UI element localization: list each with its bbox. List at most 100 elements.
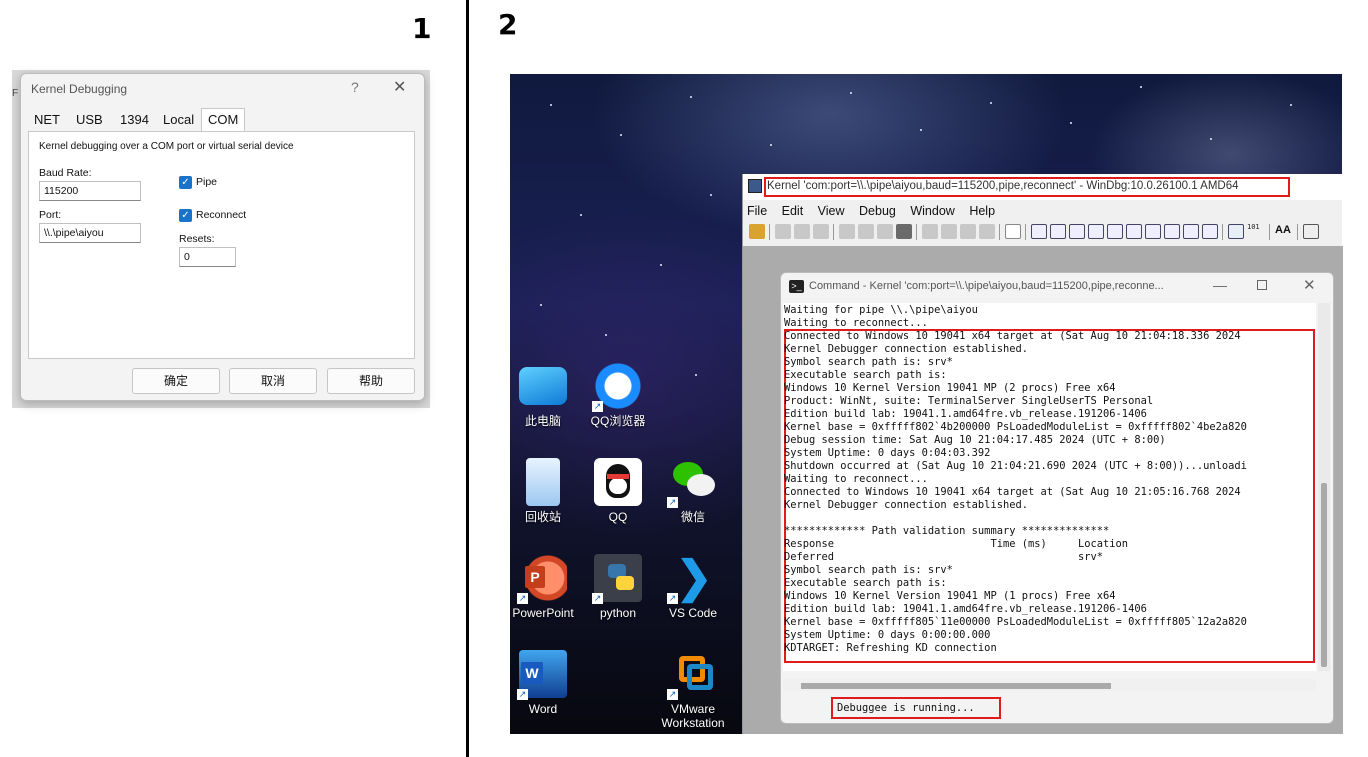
reconnect-label: Reconnect xyxy=(196,209,247,221)
command-prompt-icon: >_ xyxy=(789,280,804,293)
star xyxy=(1070,122,1072,124)
open-icon[interactable] xyxy=(749,224,765,239)
reconnect-checkbox[interactable]: ✓ xyxy=(179,209,192,222)
command-output-line: Edition build lab: 19041.1.amd64fre.vb_r… xyxy=(784,408,1147,420)
processes-threads-icon[interactable] xyxy=(1183,224,1199,239)
copy-icon[interactable] xyxy=(794,224,810,239)
vmware-icon: ↗ xyxy=(667,650,717,700)
desktop-icon-vscode[interactable]: ❯ ↗ VS Code xyxy=(655,554,731,620)
menu-window[interactable]: Window xyxy=(910,204,954,218)
step-into-icon[interactable] xyxy=(922,224,938,239)
desktop-icon-wechat[interactable]: ↗ 微信 xyxy=(655,458,731,524)
run-to-cursor-icon[interactable] xyxy=(979,224,995,239)
source-mode-icon[interactable] xyxy=(1202,224,1218,239)
locals-window-icon[interactable] xyxy=(1069,224,1085,239)
disassembly-window-icon[interactable] xyxy=(1145,224,1161,239)
vertical-scroll-thumb[interactable] xyxy=(1321,483,1327,667)
help-icon[interactable]: ? xyxy=(351,79,359,95)
scratch-pad-icon[interactable] xyxy=(1164,224,1180,239)
com-tab-panel: Kernel debugging over a COM port or virt… xyxy=(28,131,415,359)
word-label: Word xyxy=(528,702,558,716)
cut-icon[interactable] xyxy=(775,224,791,239)
resets-field[interactable]: 0 xyxy=(179,247,236,267)
desktop-icon-qq[interactable]: QQ xyxy=(580,458,656,524)
desktop-icon-vmware[interactable]: ↗ VMware Workstation xyxy=(655,650,731,730)
command-output-line: Kernel Debugger connection established. xyxy=(784,499,1028,511)
breakpoint-hand-icon[interactable] xyxy=(1005,224,1021,239)
command-output[interactable]: Waiting for pipe \\.\pipe\aiyou Waiting t… xyxy=(783,303,1316,671)
menu-edit[interactable]: Edit xyxy=(782,204,804,218)
tab-net[interactable]: NET xyxy=(34,112,60,127)
windbg-title: Kernel 'com:port=\\.\pipe\aiyou,baud=115… xyxy=(767,180,1239,192)
vscode-icon: ❯ ↗ xyxy=(667,554,717,604)
list-icon[interactable] xyxy=(1228,224,1244,239)
desktop-icon-this-pc[interactable]: 此电脑 xyxy=(505,362,581,428)
vertical-scrollbar[interactable] xyxy=(1318,303,1330,671)
maximize-icon[interactable] xyxy=(1257,280,1267,290)
windbg-logo-icon xyxy=(748,179,762,193)
stop-icon[interactable] xyxy=(877,224,893,239)
command-output-line: Connected to Windows 10 19041 x64 target… xyxy=(784,330,1241,342)
star xyxy=(605,334,607,336)
registers-window-icon[interactable] xyxy=(1088,224,1104,239)
star xyxy=(1140,86,1142,88)
command-output-line: Kernel Debugger connection established. xyxy=(784,343,1028,355)
close-icon[interactable]: ✕ xyxy=(1303,276,1316,294)
menu-help[interactable]: Help xyxy=(969,204,995,218)
memory-window-icon[interactable] xyxy=(1107,224,1123,239)
cancel-button[interactable]: 取消 xyxy=(229,368,317,394)
go-icon[interactable] xyxy=(839,224,855,239)
restart-icon[interactable] xyxy=(858,224,874,239)
font-icon[interactable]: AA xyxy=(1275,224,1293,239)
hex-mode-icon[interactable]: 101 xyxy=(1247,224,1265,239)
desktop-icon-word[interactable]: W ↗ Word xyxy=(505,650,581,716)
menu-file[interactable]: File xyxy=(747,204,767,218)
pipe-checkbox[interactable]: ✓ xyxy=(179,176,192,189)
baud-rate-field[interactable]: 115200 xyxy=(39,181,141,201)
tab-usb[interactable]: USB xyxy=(76,112,103,127)
toolbar-separator xyxy=(1222,224,1223,240)
step-over-icon[interactable] xyxy=(941,224,957,239)
command-output-line: System Uptime: 0 days 0:00:00.000 xyxy=(784,629,991,641)
wechat-label: 微信 xyxy=(680,510,705,524)
tab-com[interactable]: COM xyxy=(201,108,246,132)
toolbar-separator xyxy=(1269,224,1270,240)
horizontal-scroll-thumb[interactable] xyxy=(801,683,1111,689)
powerpoint-letter: P xyxy=(525,566,545,588)
close-icon[interactable]: ✕ xyxy=(393,77,406,97)
ok-button[interactable]: 确定 xyxy=(132,368,220,394)
star xyxy=(850,92,852,94)
shortcut-arrow-icon: ↗ xyxy=(517,593,528,604)
desktop-icon-recycle-bin[interactable]: 回收站 xyxy=(505,458,581,524)
paste-icon[interactable] xyxy=(813,224,829,239)
horizontal-scrollbar[interactable] xyxy=(783,679,1316,691)
minimize-icon[interactable]: — xyxy=(1213,277,1227,293)
desktop-icon-python[interactable]: ↗ python xyxy=(580,554,656,620)
help-button[interactable]: 帮助 xyxy=(327,368,415,394)
qq-browser-icon: ↗ xyxy=(592,362,642,412)
shortcut-arrow-icon: ↗ xyxy=(592,401,603,412)
command-window-title: Command - Kernel 'com:port=\\.\pipe\aiyo… xyxy=(809,280,1164,292)
menu-debug[interactable]: Debug xyxy=(859,204,896,218)
toolbar-separator xyxy=(769,224,770,240)
desktop-icon-powerpoint[interactable]: P ↗ PowerPoint xyxy=(505,554,581,620)
options-icon[interactable] xyxy=(1303,224,1319,239)
qq-penguin-icon xyxy=(594,458,642,506)
this-pc-label: 此电脑 xyxy=(524,414,561,428)
command-window-icon[interactable] xyxy=(1031,224,1047,239)
watch-window-icon[interactable] xyxy=(1050,224,1066,239)
step-out-icon[interactable] xyxy=(960,224,976,239)
vscode-label: VS Code xyxy=(668,606,718,620)
port-field[interactable]: \\.\pipe\aiyou xyxy=(39,223,141,243)
tab-local[interactable]: Local xyxy=(163,112,194,127)
command-output-line: KDTARGET: Refreshing KD connection xyxy=(784,642,997,654)
desktop-icon-qq-browser[interactable]: ↗ QQ浏览器 xyxy=(580,362,656,428)
call-stack-window-icon[interactable] xyxy=(1126,224,1142,239)
break-icon[interactable] xyxy=(896,224,912,239)
star xyxy=(550,104,552,106)
star xyxy=(990,102,992,104)
tab-1394[interactable]: 1394 xyxy=(120,112,149,127)
star xyxy=(540,304,542,306)
menu-view[interactable]: View xyxy=(818,204,845,218)
shortcut-arrow-icon: ↗ xyxy=(667,689,678,700)
